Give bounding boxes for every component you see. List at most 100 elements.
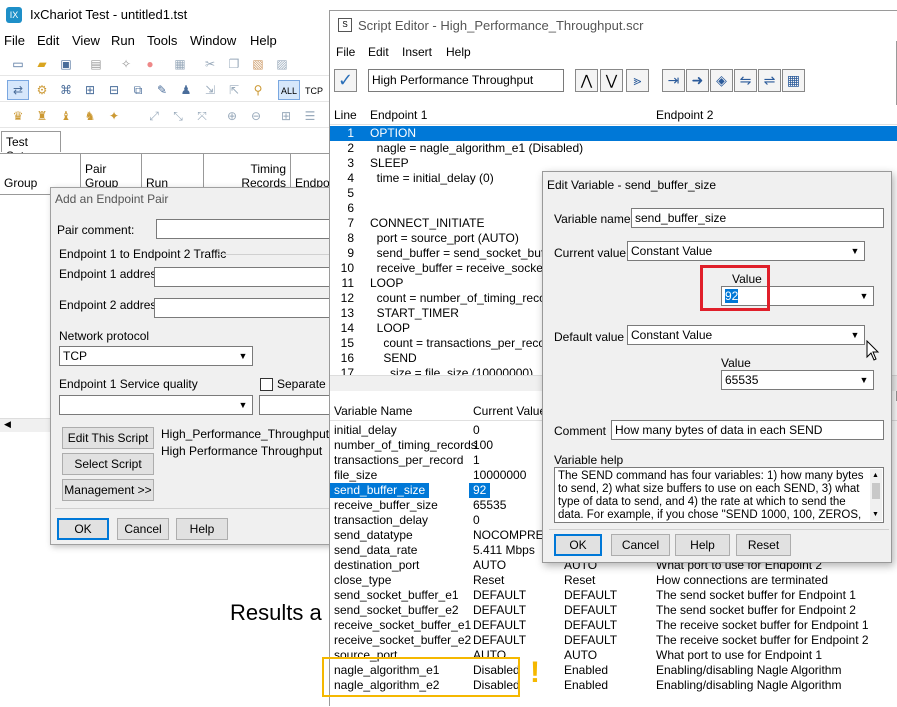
management-button[interactable]: Management >> [62, 479, 154, 501]
tcp-label[interactable]: TCP [305, 86, 323, 96]
scroll-up-icon[interactable]: ▲ [872, 469, 879, 482]
edit-ok-button[interactable]: OK [554, 534, 602, 556]
zoom-out-icon[interactable]: ⊖ [248, 108, 264, 124]
edit-pair-icon[interactable]: ⊟ [106, 82, 122, 98]
tag-icon[interactable]: ✦ [106, 108, 122, 124]
add-multicast-icon[interactable]: ⚙ [34, 82, 50, 98]
comment-input[interactable]: How many bytes of data in each SEND [611, 420, 884, 440]
pair-cancel-button[interactable]: Cancel [117, 518, 169, 540]
copy-icon[interactable]: ❐ [226, 56, 242, 72]
variable-row[interactable]: receive_socket_buffer_e1 DEFAULT DEFAULT Th… [330, 618, 897, 633]
help-scrollbar[interactable]: ▲ ▼ [870, 469, 882, 521]
se-menu-file[interactable]: File [336, 45, 355, 59]
separate-checkbox[interactable] [260, 378, 273, 391]
col-endpoint2[interactable]: Endpoint 2 [656, 108, 713, 122]
variable-current-value: 92 [469, 483, 491, 498]
col-variable-name[interactable]: Variable Name [334, 404, 412, 418]
ep2-address-input[interactable] [154, 298, 341, 318]
swap-icon[interactable]: ⇋ [734, 69, 757, 92]
variable-row[interactable]: receive_socket_buffer_e2 DEFAULT DEFAULT Th… [330, 633, 897, 648]
collapse-icon[interactable]: ⤡ [170, 108, 186, 124]
network-protocol-select[interactable]: TCP ▼ [59, 346, 253, 366]
col-current-value[interactable]: Current Value [473, 404, 546, 418]
pair-help-button[interactable]: Help [176, 518, 228, 540]
move-down-icon[interactable]: ⋁ [600, 69, 623, 92]
default-value-select[interactable]: 65535 ▼ [721, 370, 874, 390]
current-value-type-select[interactable]: Constant Value ▼ [627, 241, 865, 261]
group-icon[interactable]: ♟ [178, 82, 194, 98]
se-menu-insert[interactable]: Insert [402, 45, 432, 59]
chevron-down-icon: ▼ [850, 330, 860, 340]
edit-this-script-button[interactable]: Edit This Script [62, 427, 154, 449]
probe-icon[interactable]: ⚲ [250, 82, 266, 98]
scroll-left-icon[interactable]: ◀ [4, 419, 11, 430]
menu-edit[interactable]: Edit [37, 33, 59, 48]
expand-icon[interactable]: ⤢ [146, 108, 162, 124]
tab-test-setup[interactable]: Test Setup [1, 131, 61, 163]
export-icon[interactable]: ⇲ [202, 82, 218, 98]
sort-asc-icon[interactable]: ♜ [34, 108, 50, 124]
add-pair-icon[interactable]: ⇄ [10, 82, 26, 98]
edit-reset-button[interactable]: Reset [736, 534, 791, 556]
zoom-in-icon[interactable]: ⊕ [224, 108, 240, 124]
scroll-down-icon[interactable]: ▼ [872, 508, 879, 521]
save-icon[interactable]: ▣ [58, 56, 74, 72]
arrange-icon[interactable]: ⤧ [194, 108, 210, 124]
default-value-type-select[interactable]: Constant Value ▼ [627, 325, 865, 345]
script-line[interactable]: 3 SLEEP [330, 156, 897, 171]
new-file-icon[interactable]: ▭ [10, 56, 26, 72]
cut-icon[interactable]: ✂ [202, 56, 218, 72]
insert-icon[interactable]: ⇥ [662, 69, 685, 92]
script-line[interactable]: 2 nagle = nagle_algorithm_e1 (Disabled) [330, 141, 897, 156]
pair-comment-input[interactable] [156, 219, 341, 239]
service-quality-select[interactable]: ▼ [59, 395, 253, 415]
menu-run[interactable]: Run [111, 33, 135, 48]
clone-pair-icon[interactable]: ⧉ [130, 82, 146, 98]
grid-icon[interactable]: ⊞ [278, 108, 294, 124]
se-menu-edit[interactable]: Edit [368, 45, 389, 59]
grid-view-icon[interactable]: ▦ [782, 69, 805, 92]
delete-icon[interactable]: ▨ [274, 56, 290, 72]
sort-desc-icon[interactable]: ♝ [58, 108, 74, 124]
col-endpoint1[interactable]: Endpoint 1 [370, 108, 427, 122]
menu-view[interactable]: View [72, 33, 100, 48]
variable-name-input[interactable]: send_buffer_size [631, 208, 884, 228]
run-icon[interactable]: ✧ [118, 56, 134, 72]
variable-row[interactable]: send_socket_buffer_e2 DEFAULT DEFAULT The s… [330, 603, 897, 618]
checkmark-icon[interactable]: ✓ [334, 69, 357, 92]
select-script-button[interactable]: Select Script [62, 453, 154, 475]
edit-script-icon[interactable]: ✎ [154, 82, 170, 98]
filter-icon[interactable]: ♞ [82, 108, 98, 124]
variable-row[interactable]: send_socket_buffer_e1 DEFAULT DEFAULT The s… [330, 588, 897, 603]
import-icon[interactable]: ⇱ [226, 82, 242, 98]
menu-window[interactable]: Window [190, 33, 236, 48]
forward-icon[interactable]: ➜ [686, 69, 709, 92]
print-icon[interactable]: ▤ [88, 56, 104, 72]
sort-icon[interactable]: ♛ [10, 108, 26, 124]
exchange-icon[interactable]: ⇌ [758, 69, 781, 92]
variable-row[interactable]: close_type Reset Reset How connections are … [330, 573, 897, 588]
edit-cancel-button[interactable]: Cancel [611, 534, 670, 556]
edit-help-button[interactable]: Help [675, 534, 730, 556]
col-line[interactable]: Line [334, 108, 357, 122]
network-icon[interactable]: ⊞ [82, 82, 98, 98]
refresh-icon[interactable]: ▦ [172, 56, 188, 72]
split-icon[interactable]: ⪢ [626, 69, 649, 92]
script-line[interactable]: 1 OPTION [330, 126, 897, 141]
menu-tools[interactable]: Tools [147, 33, 177, 48]
edit-buttons-divider [549, 529, 889, 530]
script-name-input[interactable]: High Performance Throughput [368, 69, 564, 92]
menu-file[interactable]: File [4, 33, 25, 48]
backward-icon[interactable]: ◈ [710, 69, 733, 92]
move-up-icon[interactable]: ⋀ [575, 69, 598, 92]
list-icon[interactable]: ☰ [302, 108, 318, 124]
menu-help[interactable]: Help [250, 33, 277, 48]
paste-icon[interactable]: ▧ [250, 56, 266, 72]
open-folder-icon[interactable]: ▰ [34, 56, 50, 72]
stop-icon[interactable]: ● [142, 56, 158, 72]
help-scroll-thumb[interactable] [872, 483, 880, 499]
ep1-address-input[interactable] [154, 267, 341, 287]
se-menu-help[interactable]: Help [446, 45, 471, 59]
add-group-icon[interactable]: ⌘ [58, 82, 74, 98]
pair-ok-button[interactable]: OK [57, 518, 109, 540]
